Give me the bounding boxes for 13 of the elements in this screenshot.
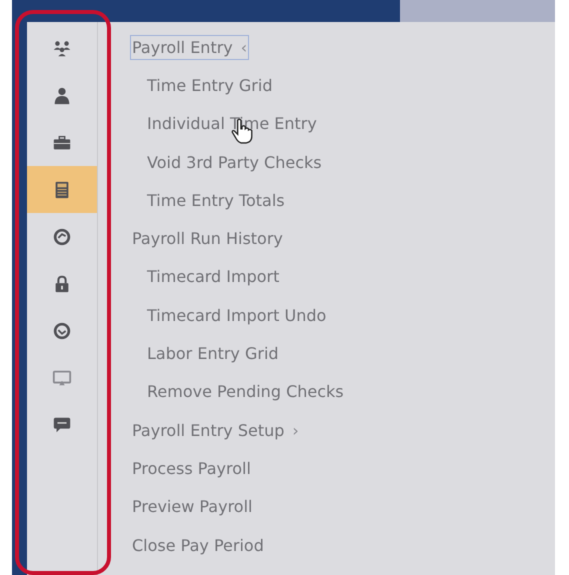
menu-item[interactable]: Close Pay Period [130,532,266,558]
submenu-item[interactable]: Remove Pending Checks [146,380,345,404]
submenu-item[interactable]: Labor Entry Grid [146,342,280,366]
menu-item[interactable]: Preview Payroll [130,494,254,520]
submenu-item[interactable]: Void 3rd Party Checks [146,150,323,174]
submenu-item[interactable]: Time Entry Totals [146,188,286,212]
menu-item[interactable]: Process Payroll [130,456,253,481]
submenu-item[interactable]: Timecard Import Undo [146,304,328,327]
menu-item[interactable]: Payroll Entry Setup › [130,418,301,443]
menu-item[interactable]: Payroll Entry ‹ [130,34,250,60]
submenu-item[interactable]: Timecard Import [146,265,280,288]
submenu-item[interactable]: Time Entry Grid [146,74,274,97]
menu-item[interactable]: Payroll Run History [130,226,285,252]
